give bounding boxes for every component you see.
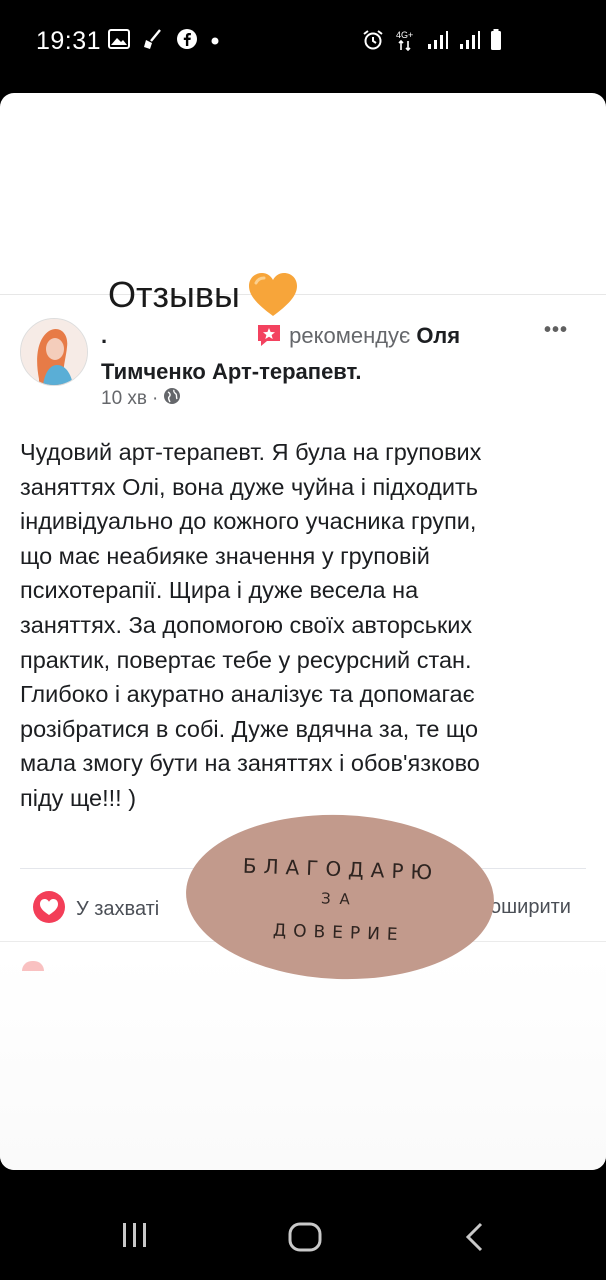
post-body-line: що має неабияке значення у груповій [20,542,430,569]
post-body-line: Чудовий арт-терапевт. Я була на групових [20,439,482,465]
post-body-line: заняттях. За допомогою своїх авторських [20,611,473,638]
globe-icon [163,387,181,411]
notification-dot-icon [210,33,220,51]
gallery-icon [108,29,130,54]
story-title-text: Отзывы [108,274,240,315]
bottom-fade [0,953,606,1170]
recommends-text: рекомендує [289,323,411,348]
post-body-line: Глибоко і акуратно аналізує та допомагає [20,681,475,708]
orange-heart-icon [246,271,300,319]
post-body-line: розібратися в собі. Дуже вдячна за, те щ… [20,715,479,742]
post-body: Чудовий арт-терапевт. Я була на групових… [20,435,590,816]
sticker-line-2: ЗА [320,889,360,909]
page-name-cont[interactable]: Тимченко Арт-терапевт. [101,359,362,384]
author-avatar[interactable] [20,318,88,386]
post-body-line: практик, повертає тебе у ресурсний стан. [20,646,472,673]
facebook-icon [176,28,198,55]
signal-2-icon [458,30,480,55]
more-options-button[interactable]: ••• [544,319,568,342]
sticker-line-3: ДОВЕРИЕ [272,920,405,946]
alarm-icon [362,29,384,56]
love-icon [32,890,66,929]
recommend-star-icon [255,323,283,356]
svg-text:4G+: 4G+ [396,30,413,40]
post-body-line: заняттях Олі, вона дуже чуйна і підходит… [20,473,478,500]
meta-separator: · [152,388,159,409]
back-icon[interactable] [463,1222,485,1257]
post-body-line: індивідуально до кожного учасника групи, [20,508,477,535]
card-divider [0,294,606,295]
share-button[interactable]: оширити [490,896,571,919]
story-card: Отзывы . рекомендує Оля Тимченко Арт-тера… [0,93,606,1170]
status-bar: 19:31 4G+ [0,0,606,82]
network-4g-icon: 4G+ [394,28,416,57]
home-icon[interactable] [288,1222,322,1257]
post-meta: 10 хв · [101,387,181,411]
battery-icon [490,29,502,56]
post-header: . рекомендує Оля Тимченко Арт-терапевт. [101,320,541,388]
sticker-line-1: БЛАГОДАРЮ [242,853,440,885]
signal-icon [426,30,448,55]
page-name[interactable]: Оля [416,323,460,348]
post-body-line: психотерапії. Щира і дуже весела на [20,577,419,604]
story-title: Отзывы [108,271,300,319]
author-name[interactable]: . [101,323,107,348]
love-reaction-button[interactable]: У захваті [32,890,159,929]
status-time: 19:31 [36,27,102,55]
post-body-line: мала змогу бути на заняттях і обов'язков… [20,750,480,777]
post-body-line: піду ще!!! ) [20,784,137,811]
navigation-bar [0,1170,606,1280]
post-time[interactable]: 10 хв [101,388,147,410]
love-label: У захваті [76,898,160,920]
recent-apps-icon[interactable] [120,1222,150,1253]
broom-icon [142,28,164,55]
